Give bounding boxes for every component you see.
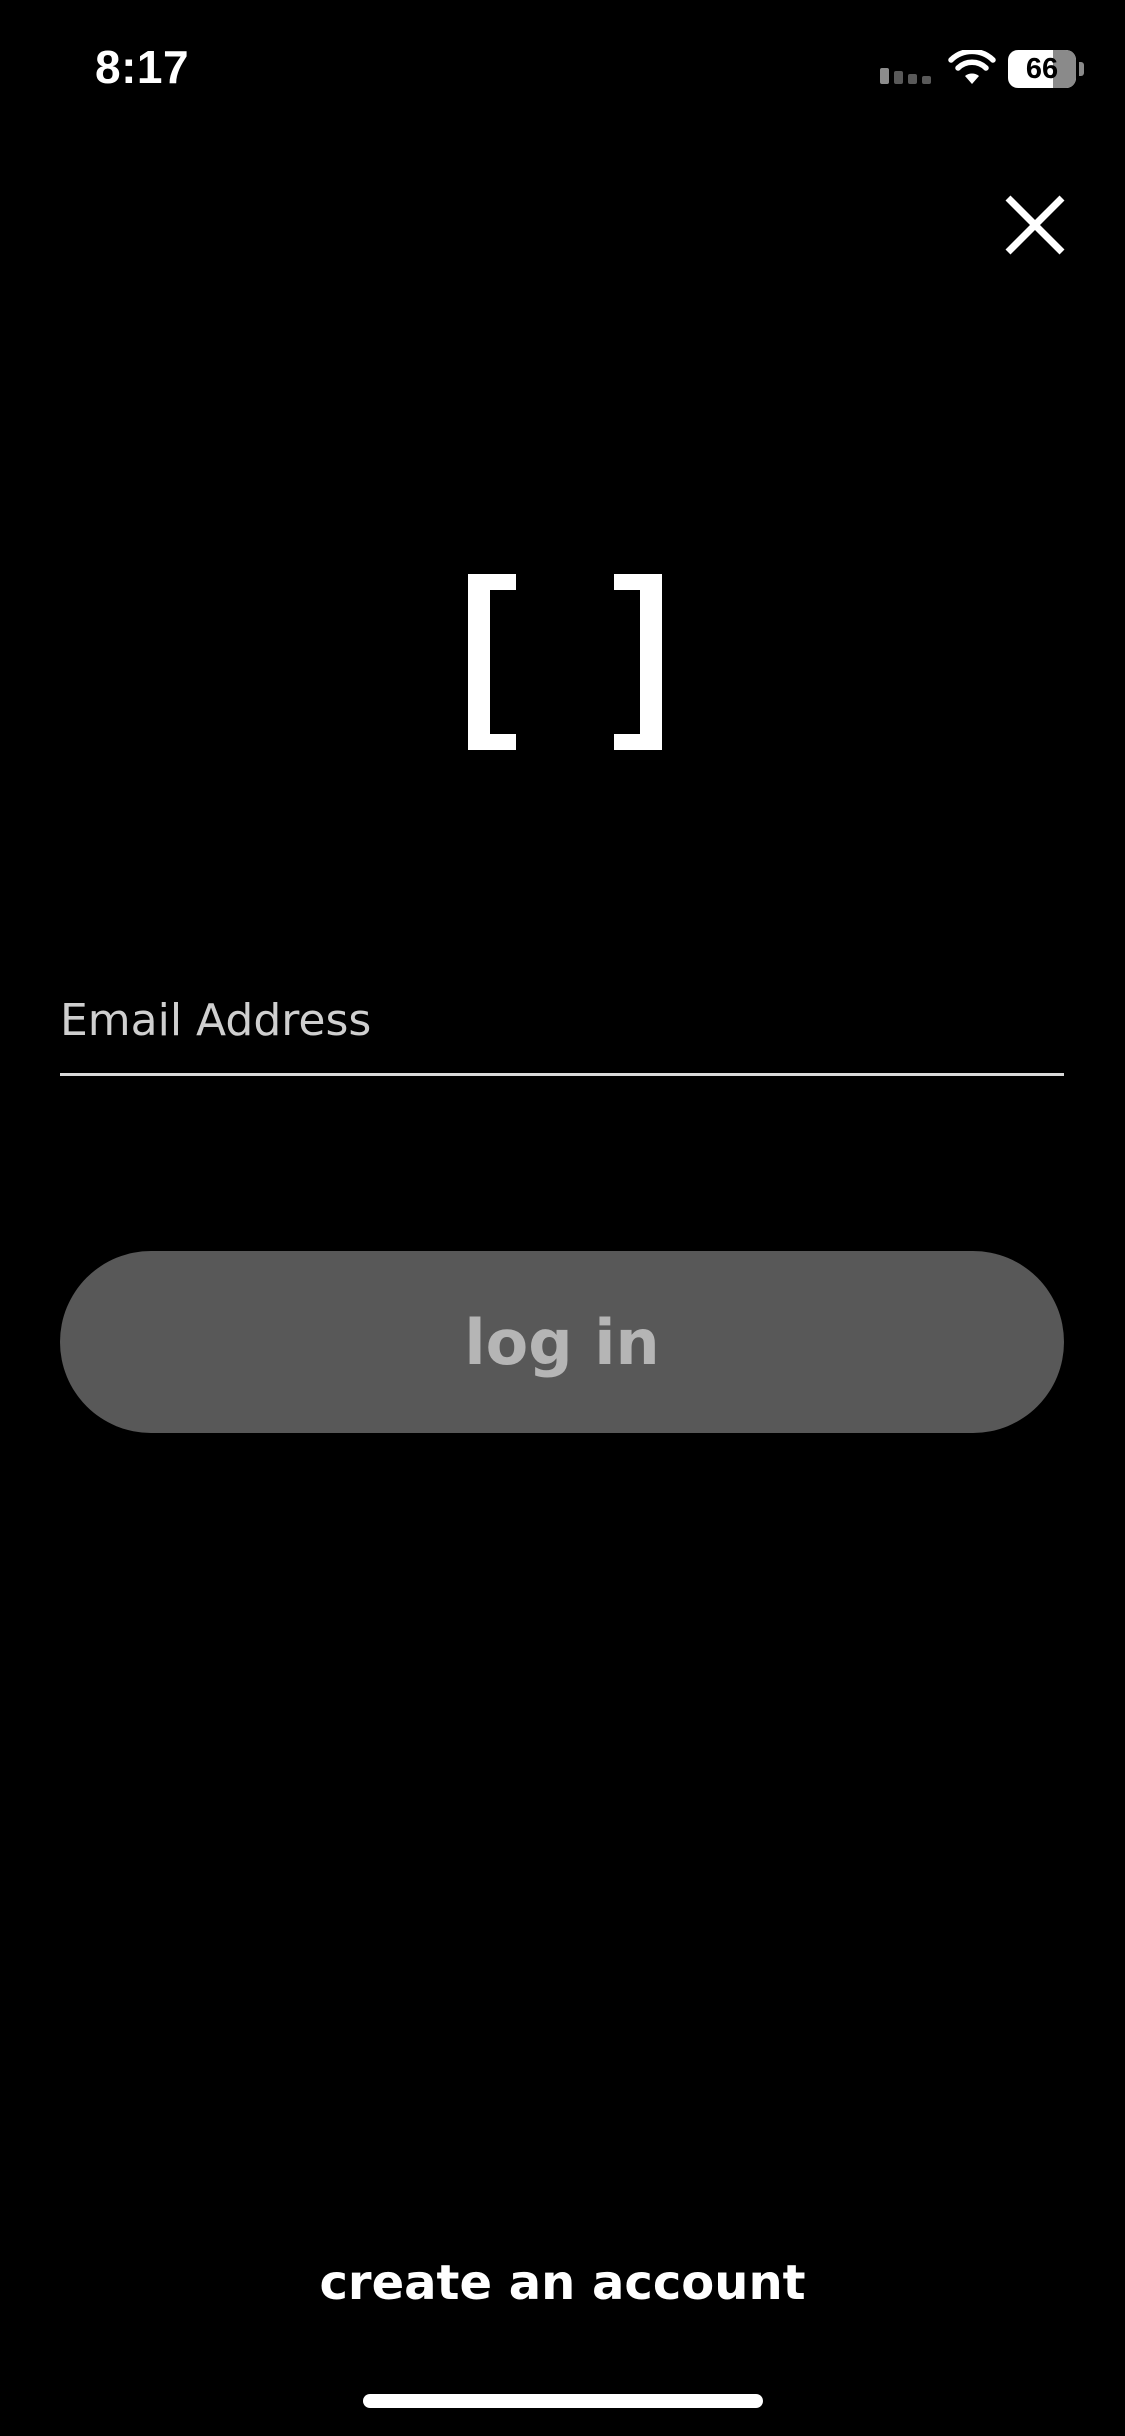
- right-bracket: [614, 574, 662, 750]
- wifi-icon: [948, 50, 996, 84]
- signal-bar-4: [922, 76, 931, 84]
- status-bar: 8:17 66: [0, 0, 1125, 140]
- signal-bar-2: [894, 71, 903, 84]
- login-button[interactable]: log in: [60, 1251, 1064, 1433]
- battery-body: 66: [1008, 50, 1076, 88]
- left-bracket: [468, 574, 516, 750]
- home-indicator[interactable]: [363, 2394, 763, 2408]
- email-input[interactable]: [60, 980, 1064, 1060]
- close-button[interactable]: [990, 180, 1080, 270]
- signal-icon: [880, 68, 931, 84]
- create-account-link[interactable]: create an account: [0, 2255, 1125, 2311]
- signal-bar-3: [908, 74, 917, 84]
- battery-icon: 66: [1008, 50, 1086, 88]
- brackets-logo-icon: [468, 574, 662, 750]
- battery-cap: [1079, 62, 1084, 76]
- email-field[interactable]: [60, 980, 1064, 1076]
- battery-level: 66: [1025, 53, 1059, 85]
- signal-bar-1: [880, 68, 889, 84]
- close-icon: [1005, 195, 1065, 255]
- status-time: 8:17: [95, 41, 190, 93]
